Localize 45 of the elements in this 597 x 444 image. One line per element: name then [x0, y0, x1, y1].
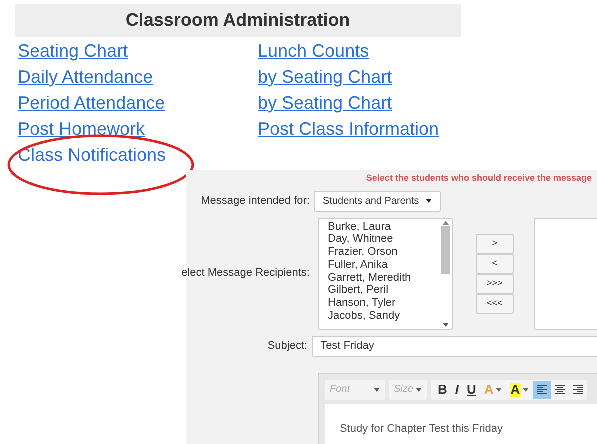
instruction-text: Select the students who should receive the message [366, 172, 592, 185]
student-option[interactable]: Gilbert, Peril [328, 284, 440, 298]
align-icon [555, 385, 566, 394]
align-button[interactable] [533, 380, 552, 398]
align-icon [573, 385, 584, 394]
nav-link[interactable]: by Seating Chart [258, 64, 392, 90]
student-option[interactable]: Garrett, Meredith [328, 272, 440, 284]
nav-link[interactable]: Lunch Counts [258, 38, 370, 64]
move-button[interactable]: >>> [476, 274, 514, 294]
caret-icon [523, 388, 530, 392]
scroll-down-icon [442, 322, 449, 326]
subject-field[interactable]: Test Friday [312, 336, 597, 356]
nav-link[interactable]: by Seating Chart [258, 90, 392, 116]
caret-icon [496, 388, 502, 392]
italic-button[interactable]: I [451, 380, 464, 400]
audience-dropdown[interactable]: Students and Parents [314, 190, 441, 212]
message-text: Study for Chapter Test this Friday [340, 422, 504, 434]
underline-button[interactable]: U [463, 380, 480, 400]
align-icon [537, 385, 548, 394]
highlight-button[interactable]: A [506, 380, 534, 400]
student-option[interactable]: Burke, Laura [328, 220, 440, 234]
nav-link[interactable]: Period Attendance [18, 90, 166, 116]
editor-body[interactable]: Study for Chapter Test this Friday [325, 404, 597, 444]
move-button[interactable]: <<< [476, 294, 514, 314]
student-option[interactable]: Hanson, Tyler [328, 297, 440, 310]
field-label: elect Message Recipients: [182, 266, 310, 282]
caret-icon [426, 199, 432, 203]
nav-link[interactable]: Seating Chart [18, 38, 128, 64]
scrollbar[interactable] [440, 218, 452, 328]
student-option[interactable]: Fuller, Anika [328, 258, 440, 272]
student-listbox[interactable]: Burke, Laura Day, Whitnee Frazier, Orson Fuller, Anika Garrett, Meredith Gilbert, Peril Hanson, Tyler Jacobs, Sandy [318, 218, 453, 330]
caret-icon [416, 388, 422, 392]
student-option[interactable]: Frazier, Orson [328, 246, 440, 259]
nav-link[interactable]: Daily Attendance [18, 64, 154, 90]
move-button[interactable]: < [476, 254, 514, 274]
field-label: Message intended for: [200, 194, 311, 209]
student-option[interactable]: Day, Whitnee [328, 233, 440, 246]
nav-link[interactable]: Post Homework [18, 116, 146, 142]
move-button[interactable]: > [476, 234, 514, 254]
field-label: Subject: [266, 338, 309, 354]
nav-link[interactable]: Post Class Information [258, 116, 440, 142]
panel-header: Classroom Administration [15, 4, 461, 37]
bold-button[interactable]: B [434, 380, 452, 400]
student-option[interactable]: Jacobs, Sandy [328, 310, 440, 323]
caret-icon [374, 388, 380, 392]
